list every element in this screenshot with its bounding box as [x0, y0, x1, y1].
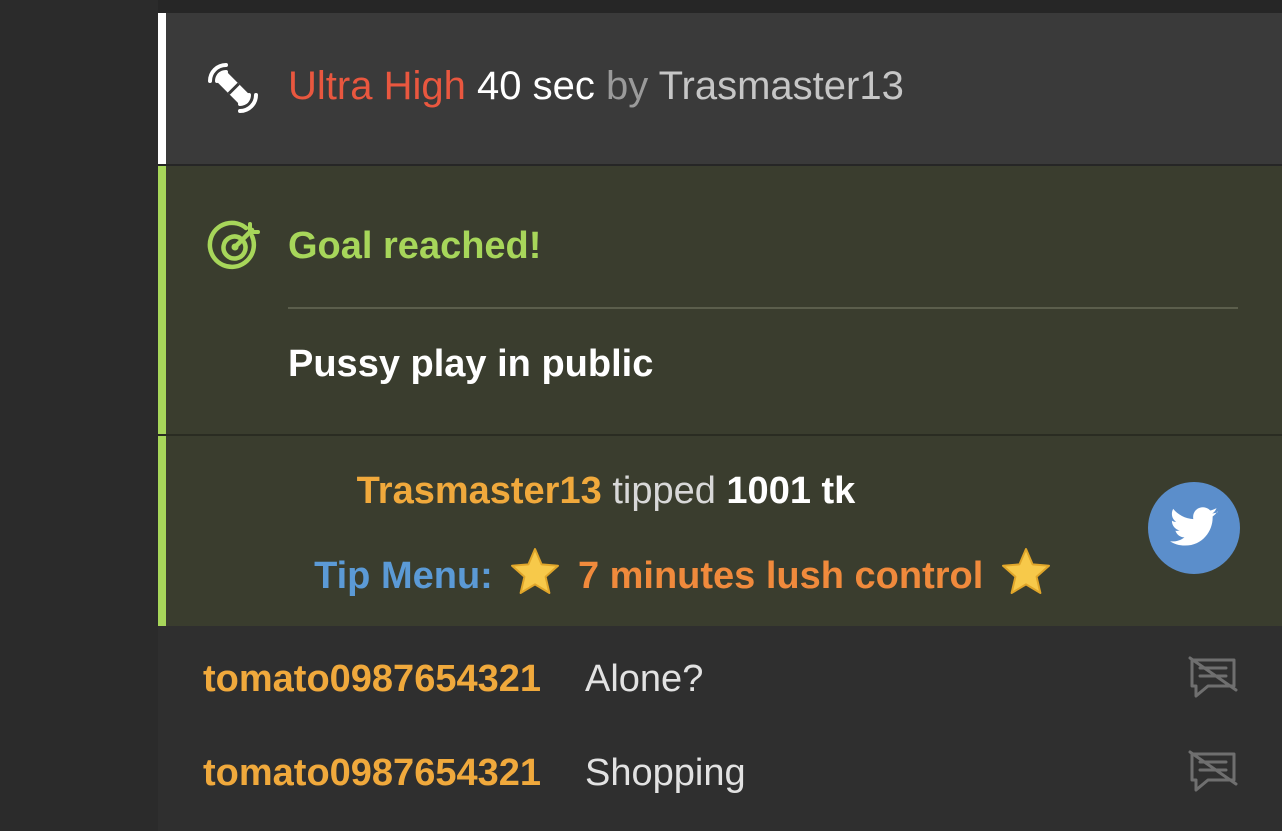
message-username[interactable]: tomato0987654321: [203, 751, 541, 795]
goal-title: Goal reached!: [288, 225, 542, 267]
top-strip: [158, 0, 1282, 13]
star-icon: [511, 548, 560, 594]
twitter-icon: [1169, 507, 1218, 546]
message-username[interactable]: tomato0987654321: [203, 657, 541, 701]
toy-by: by: [605, 64, 649, 108]
tip-menu-item: 7 minutes lush control: [577, 555, 984, 597]
toy-level: Ultra High: [288, 64, 466, 108]
tip-notification: Trasmaster13 tipped 1001 tk Tip Menu: 7 …: [158, 436, 1282, 626]
twitter-share-button[interactable]: [1148, 482, 1240, 574]
tipped-word: tipped: [612, 470, 716, 512]
chat-message: tomato0987654321 Alone?: [158, 630, 1282, 724]
tipper-name[interactable]: Trasmaster13: [357, 470, 602, 512]
goal-description: Pussy play in public: [288, 343, 654, 385]
translate-off-icon[interactable]: [1186, 748, 1240, 796]
toy-duration: 40 sec: [476, 64, 595, 108]
goal-notification: Goal reached! Pussy play in public: [158, 166, 1282, 434]
vibration-toy-icon: [208, 63, 258, 113]
toy-notification: Ultra High 40 sec by Trasmaster13: [158, 13, 1282, 164]
tip-summary: Trasmaster13 tipped 1001 tk: [166, 469, 1046, 513]
tip-menu-line: Tip Menu: 7 minutes lush control: [166, 546, 1206, 599]
message-text: Shopping: [585, 752, 746, 794]
tip-amount: 1001 tk: [726, 470, 856, 512]
chat-panel: Ultra High 40 sec by Trasmaster13 Goal r…: [158, 0, 1282, 831]
translate-off-icon[interactable]: [1186, 654, 1240, 702]
goal-divider: [288, 307, 1238, 309]
star-icon: [1001, 548, 1050, 594]
toy-user[interactable]: Trasmaster13: [659, 64, 904, 108]
chat-message: tomato0987654321 Shopping: [158, 724, 1282, 818]
tip-menu-label: Tip Menu:: [314, 555, 493, 597]
target-icon: [207, 220, 260, 270]
message-text: Alone?: [585, 658, 704, 700]
left-rail: [0, 0, 158, 831]
toy-line: Ultra High 40 sec by Trasmaster13: [288, 63, 904, 109]
